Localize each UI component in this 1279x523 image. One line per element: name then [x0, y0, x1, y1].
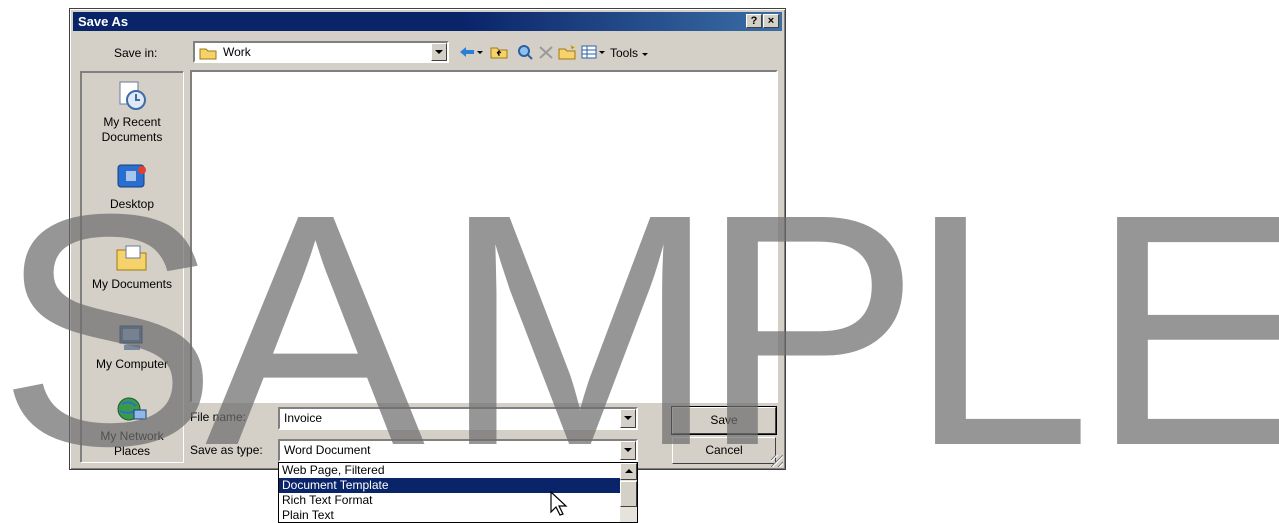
type-option[interactable]: Web Page, Filtered	[279, 463, 637, 478]
file-list[interactable]	[190, 70, 778, 403]
save-as-type-combo[interactable]: Word Document	[278, 439, 638, 462]
desktop-icon	[117, 164, 146, 188]
save-as-type-value: Word Document	[284, 443, 371, 457]
folder-icon	[199, 48, 217, 60]
delete-icon[interactable]	[537, 44, 555, 60]
dropdown-scrollbar[interactable]	[620, 463, 637, 522]
up-folder-icon[interactable]	[490, 44, 508, 60]
place-label: My Recent Documents	[101, 115, 163, 144]
place-my-network-places[interactable]: My Network Places	[81, 394, 183, 459]
place-my-computer[interactable]: My Computer	[81, 322, 183, 372]
place-my-documents[interactable]: My Documents	[81, 242, 183, 292]
save-button[interactable]: Save	[671, 406, 777, 435]
place-label: My Network Places	[100, 429, 164, 458]
resize-grip[interactable]	[771, 455, 783, 467]
help-button[interactable]: ?	[746, 14, 762, 28]
scroll-thumb[interactable]	[620, 481, 637, 507]
tools-label: Tools	[610, 46, 639, 60]
watermark-letter: E	[1090, 145, 1279, 514]
scroll-up-button[interactable]	[620, 463, 637, 480]
file-name-dropdown-arrow[interactable]	[620, 409, 636, 428]
place-label: My Documents	[91, 277, 173, 291]
type-option[interactable]: Rich Text Format	[279, 493, 637, 508]
tools-dropdown-icon	[642, 52, 649, 56]
mouse-cursor-icon	[550, 491, 568, 516]
save-as-type-dropdown-list[interactable]: Web Page, Filtered Document Template Ric…	[278, 462, 638, 523]
save-in-combo[interactable]: Work	[193, 41, 449, 63]
type-option-selected[interactable]: Document Template	[279, 478, 637, 493]
save-in-value: Work	[223, 45, 251, 59]
views-icon[interactable]	[580, 44, 598, 60]
title-bar[interactable]: Save As ? ×	[73, 12, 782, 31]
place-desktop[interactable]: Desktop	[81, 162, 183, 212]
place-label: Desktop	[109, 197, 155, 211]
dialog-title: Save As	[78, 14, 129, 29]
places-bar: My Recent Documents Desktop My Documents	[80, 71, 184, 463]
place-my-recent-documents[interactable]: My Recent Documents	[81, 80, 183, 145]
new-folder-icon[interactable]	[558, 44, 576, 60]
watermark-letter: L	[908, 145, 1092, 514]
save-as-dialog: Save As ? × Save in: Work Tools My Recen…	[69, 8, 786, 470]
save-in-dropdown-arrow[interactable]	[431, 43, 447, 61]
back-icon[interactable]	[458, 44, 476, 60]
network-places-icon	[117, 397, 147, 421]
save-as-type-label: Save as type:	[190, 443, 263, 457]
file-name-combo[interactable]: Invoice	[278, 407, 638, 430]
type-option[interactable]: Plain Text	[279, 508, 637, 522]
my-documents-icon	[116, 245, 147, 271]
tools-menu[interactable]: Tools	[610, 46, 649, 60]
place-label: My Computer	[95, 357, 169, 371]
search-web-icon[interactable]	[516, 44, 534, 60]
cancel-button[interactable]: Cancel	[672, 437, 776, 464]
close-button[interactable]: ×	[763, 14, 779, 28]
recent-documents-icon	[119, 81, 146, 110]
my-computer-icon	[119, 325, 143, 350]
file-name-label: File name:	[190, 410, 247, 424]
save-as-type-dropdown-arrow[interactable]	[620, 441, 636, 460]
file-name-input[interactable]: Invoice	[284, 411, 322, 425]
save-in-label: Save in:	[114, 46, 158, 60]
